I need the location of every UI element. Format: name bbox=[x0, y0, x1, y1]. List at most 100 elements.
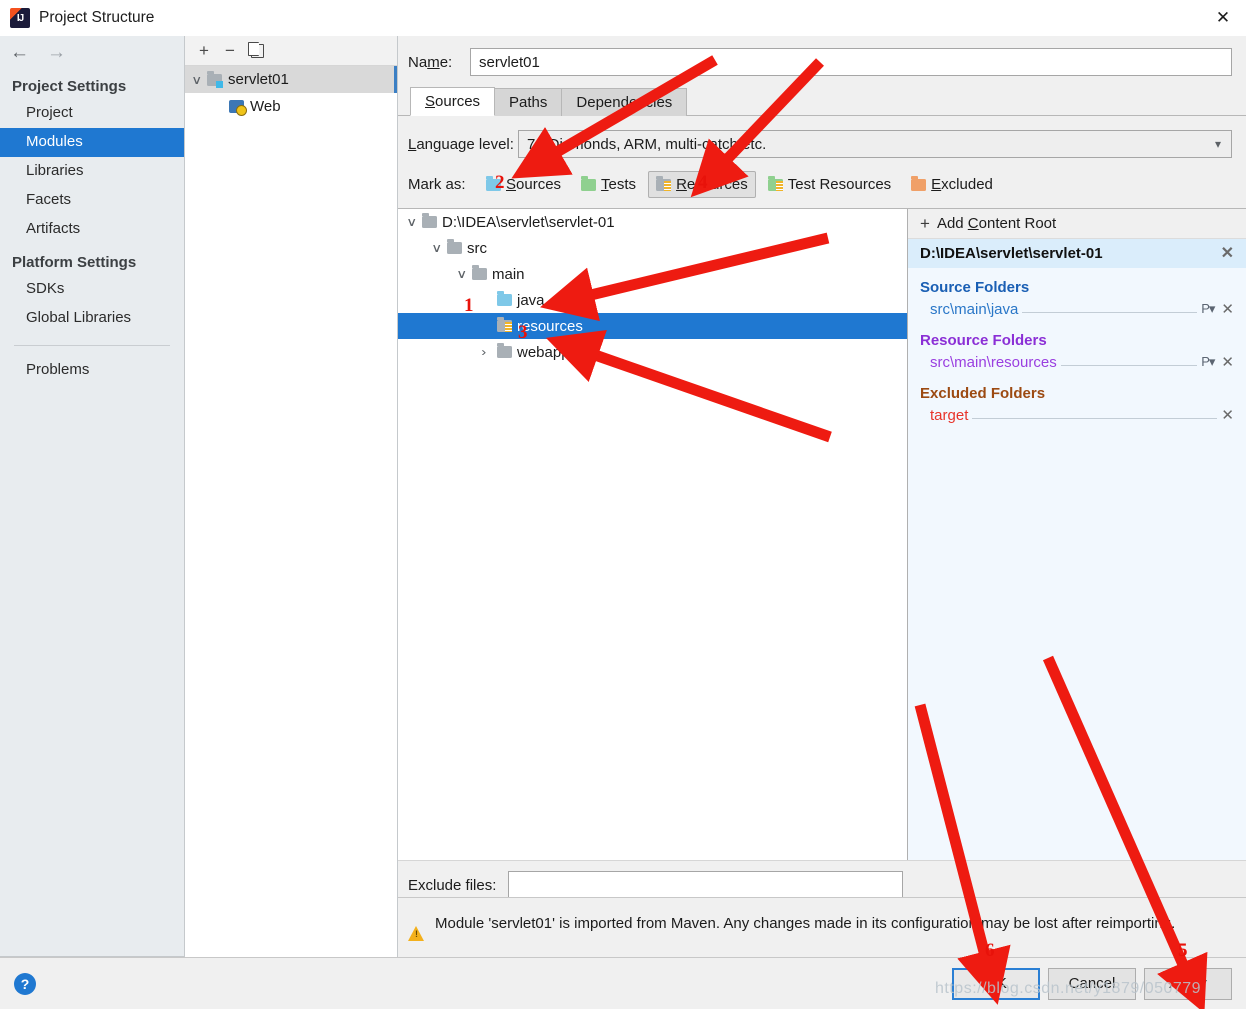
resource-folder-entry: src\main\resources P▾ ✕ bbox=[908, 352, 1246, 374]
content-roots-panel: + Add Content Root D:\IDEA\servlet\servl… bbox=[908, 209, 1246, 860]
mark-as-excluded-button[interactable]: Excluded bbox=[903, 171, 1001, 198]
tree-row[interactable]: resources bbox=[398, 313, 907, 339]
mark-as-label: Mark as: bbox=[408, 176, 466, 193]
plus-icon[interactable]: + bbox=[199, 42, 209, 59]
apply-button[interactable]: Apply bbox=[1144, 967, 1232, 1000]
tree-row-label: src bbox=[467, 239, 487, 257]
tree-row[interactable]: ∨ src bbox=[398, 235, 907, 261]
tree-row-label: resources bbox=[517, 317, 583, 335]
window-title: Project Structure bbox=[39, 9, 155, 26]
sidebar-item-problems[interactable]: Problems bbox=[0, 356, 184, 385]
folder-icon bbox=[472, 265, 487, 280]
content-split: ∨ D:\IDEA\servlet\servlet-01 ∨ src ∨ mai… bbox=[398, 208, 1246, 860]
close-icon[interactable]: ✕ bbox=[1221, 406, 1234, 424]
excluded-folder-icon bbox=[911, 175, 927, 191]
tab-sources[interactable]: SSourcesources bbox=[410, 87, 496, 116]
nav-history-controls: ← → bbox=[0, 36, 184, 68]
maven-warning-text: Module 'servlet01' is imported from Mave… bbox=[435, 915, 1176, 932]
entry-underline bbox=[1022, 302, 1198, 313]
package-prefix-icon[interactable]: P▾ bbox=[1201, 354, 1215, 370]
tab-paths[interactable]: Paths bbox=[494, 88, 563, 116]
mark-as-sources-button[interactable]: Sources bbox=[478, 171, 569, 198]
dialog-buttons: OK Cancel Apply bbox=[952, 967, 1246, 1000]
content-root-header: D:\IDEA\servlet\servlet-01 ✕ bbox=[908, 239, 1246, 268]
tab-dependencies[interactable]: Dependencies bbox=[561, 88, 688, 116]
sidebar-item-global-libraries[interactable]: Global Libraries bbox=[0, 304, 184, 333]
modules-panel: + − ∨ servlet01 Web bbox=[185, 36, 398, 957]
tree-row-label: webapp bbox=[517, 343, 570, 361]
sidebar-item-facets[interactable]: Facets bbox=[0, 186, 184, 215]
resource-folders-title: Resource Folders bbox=[920, 332, 1047, 349]
sidebar-group-platform-settings: Platform Settings bbox=[12, 254, 137, 271]
resources-folder-icon bbox=[656, 175, 672, 191]
module-tree-item-servlet01[interactable]: ∨ servlet01 bbox=[185, 66, 397, 93]
sources-folder-icon bbox=[497, 291, 512, 306]
content-root-path: D:\IDEA\servlet\servlet-01 bbox=[920, 244, 1103, 262]
sidebar-item-project[interactable]: Project bbox=[0, 99, 184, 128]
sidebar-item-modules[interactable]: Modules bbox=[0, 128, 184, 157]
exclude-files-input[interactable] bbox=[508, 871, 903, 899]
language-level-row: Language level: 7 - Diamonds, ARM, multi… bbox=[398, 116, 1246, 158]
resources-folder-icon bbox=[497, 317, 512, 332]
entry-underline bbox=[972, 408, 1218, 419]
close-icon[interactable]: ✕ bbox=[1221, 353, 1234, 371]
module-tree-item-web[interactable]: Web bbox=[185, 93, 397, 120]
mark-as-row: Mark as: Sources Tests Resources Test Re… bbox=[398, 158, 1246, 208]
sidebar-item-artifacts[interactable]: Artifacts bbox=[0, 215, 184, 244]
excluded-folder-path[interactable]: target bbox=[930, 407, 968, 424]
modules-toolbar: + − bbox=[185, 36, 397, 66]
folder-icon bbox=[497, 343, 512, 358]
minus-icon[interactable]: − bbox=[225, 42, 235, 59]
title-bar: Project Structure ✕ bbox=[0, 0, 1246, 36]
close-icon[interactable]: ✕ bbox=[1221, 243, 1234, 263]
module-name-input[interactable] bbox=[470, 48, 1232, 76]
entry-underline bbox=[1060, 355, 1198, 366]
mark-as-test-resources-button[interactable]: Test Resources bbox=[760, 171, 899, 198]
mark-as-resources-button[interactable]: Resources bbox=[648, 171, 756, 198]
dialog-body: ← → Project Settings Project Modules Lib… bbox=[0, 36, 1246, 957]
warning-triangle-icon bbox=[408, 926, 425, 942]
source-folders-title: Source Folders bbox=[920, 279, 1030, 296]
add-content-root-button[interactable]: + Add Content Root bbox=[908, 209, 1246, 239]
ok-button[interactable]: OK bbox=[952, 967, 1040, 1000]
tree-row[interactable]: java bbox=[398, 287, 907, 313]
excluded-folders-title: Excluded Folders bbox=[920, 385, 1046, 402]
chevron-down-icon: ▾ bbox=[1214, 137, 1221, 151]
arrow-right-icon[interactable]: → bbox=[47, 43, 66, 62]
folder-icon bbox=[447, 239, 462, 254]
sources-folder-icon bbox=[486, 175, 501, 191]
resource-folder-path[interactable]: src\main\resources bbox=[930, 354, 1057, 371]
content-folder-tree: ∨ D:\IDEA\servlet\servlet-01 ∨ src ∨ mai… bbox=[398, 209, 908, 860]
exclude-files-label: Exclude files: bbox=[408, 876, 497, 894]
language-level-select[interactable]: 7 - Diamonds, ARM, multi-catch etc. ▾ bbox=[518, 130, 1232, 158]
module-name-row: Name: bbox=[398, 36, 1246, 86]
exclude-files-row: Exclude files: bbox=[408, 871, 1232, 899]
editor-tabs: SSourcesources Paths Dependencies bbox=[398, 86, 1246, 116]
tree-row[interactable]: ∨ D:\IDEA\servlet\servlet-01 bbox=[398, 209, 907, 235]
package-prefix-icon[interactable]: P▾ bbox=[1201, 301, 1215, 317]
module-folder-icon bbox=[207, 70, 223, 88]
copy-icon[interactable] bbox=[247, 41, 264, 58]
excluded-folder-entry: target ✕ bbox=[908, 405, 1246, 427]
cancel-button[interactable]: Cancel bbox=[1048, 967, 1136, 1000]
language-level-value: 7 - Diamonds, ARM, multi-catch etc. bbox=[527, 135, 767, 153]
mark-as-tests-button[interactable]: Tests bbox=[573, 171, 644, 198]
sidebar-item-libraries[interactable]: Libraries bbox=[0, 157, 184, 186]
help-question-icon[interactable]: ? bbox=[14, 972, 36, 995]
close-icon[interactable]: ✕ bbox=[1200, 0, 1246, 36]
arrow-left-icon[interactable]: ← bbox=[10, 43, 29, 62]
plus-icon: + bbox=[920, 214, 930, 233]
language-level-label: Language level: bbox=[408, 135, 514, 153]
tree-row[interactable]: ∨ main bbox=[398, 261, 907, 287]
module-editor: Name: SSourcesources Paths Dependencies … bbox=[398, 36, 1246, 957]
tree-row[interactable]: › webapp bbox=[398, 339, 907, 365]
module-name-label: Name: bbox=[408, 53, 453, 71]
folder-icon bbox=[422, 213, 437, 228]
source-folder-path[interactable]: src\main\java bbox=[930, 301, 1018, 318]
sidebar-divider bbox=[14, 345, 170, 346]
sidebar-group-project-settings: Project Settings bbox=[12, 78, 127, 95]
close-icon[interactable]: ✕ bbox=[1221, 300, 1234, 318]
module-tree-item-label: Web bbox=[250, 98, 281, 115]
dialog-footer: ? OK Cancel Apply bbox=[0, 957, 1246, 1009]
sidebar-item-sdks[interactable]: SDKs bbox=[0, 275, 184, 304]
